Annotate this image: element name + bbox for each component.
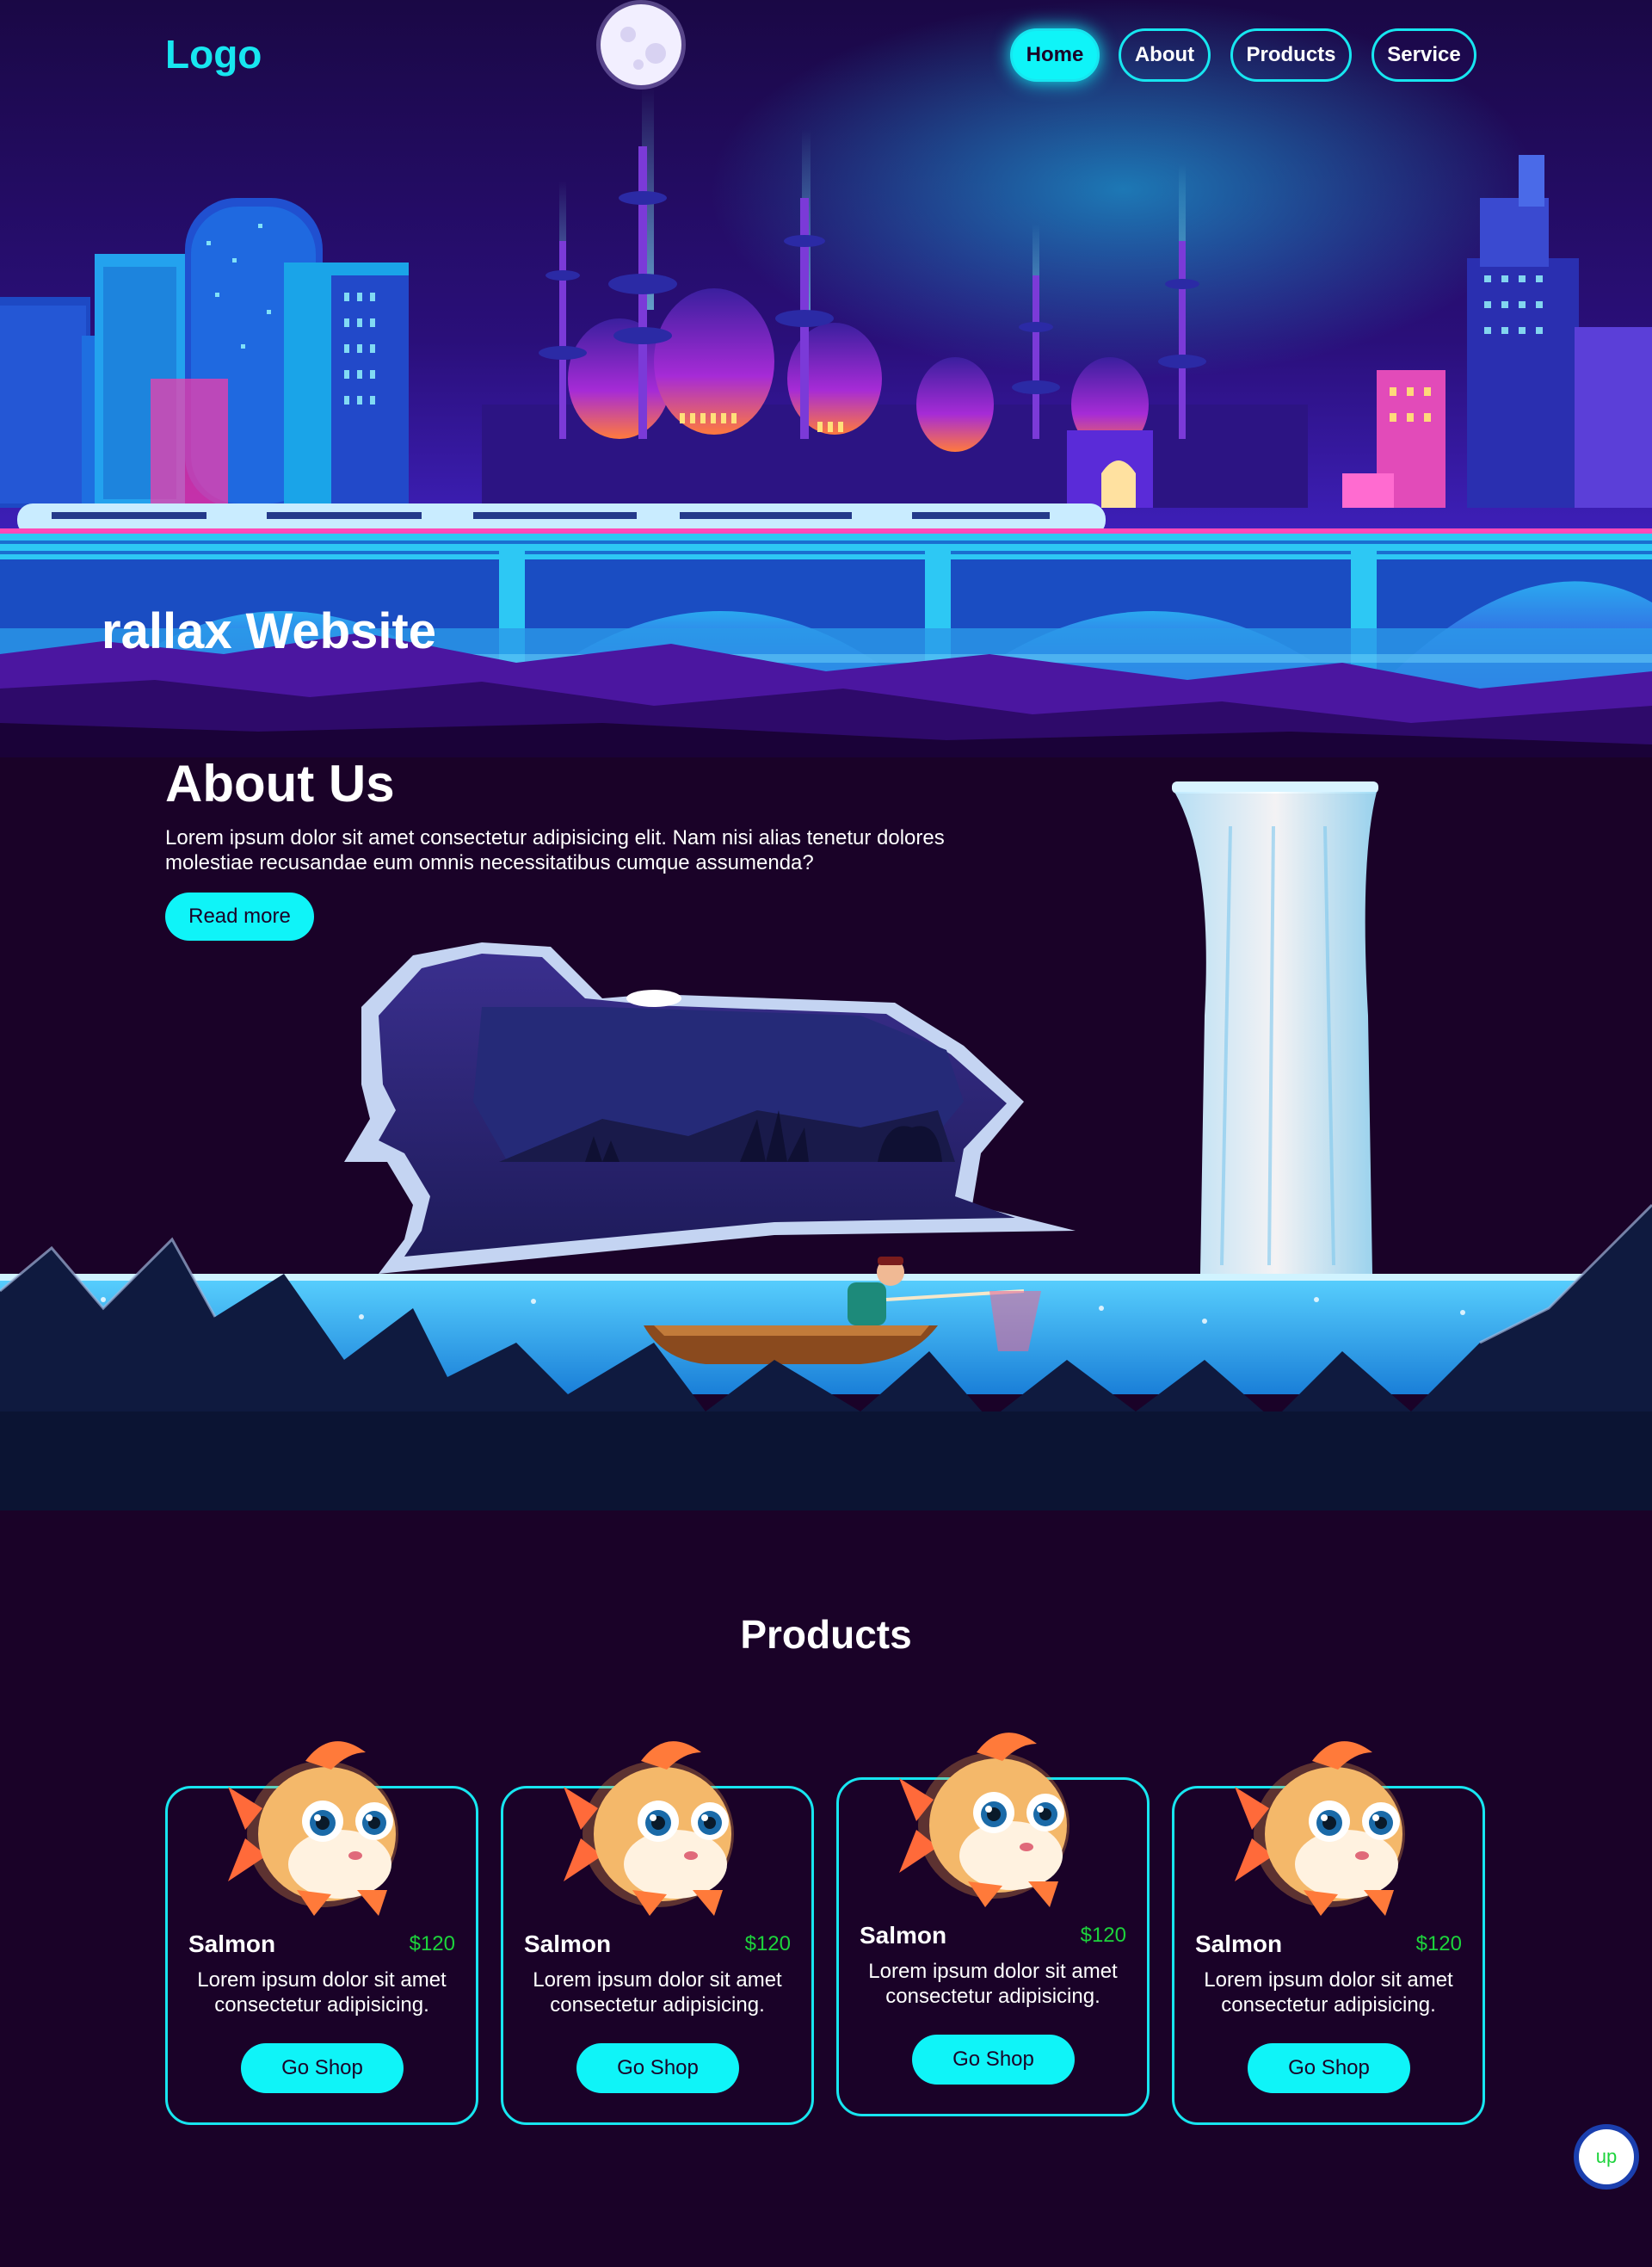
about-title: About Us [165,755,395,812]
product-price: $120 [1080,1924,1126,1947]
product-card: Salmon $120 Lorem ipsum dolor sit amet c… [165,1741,478,2125]
go-shop-button[interactable]: Go Shop [241,2043,404,2093]
fish-image [899,1733,1069,1907]
product-card: Salmon $120 Lorem ipsum dolor sit amet c… [501,1741,814,2125]
product-description: Lorem ipsum dolor sit amet consectetur a… [197,1968,447,2017]
hero-section: rallax Website [0,0,1652,757]
about-section: About Us Lorem ipsum dolor sit amet cons… [0,755,1652,1510]
nav-about[interactable]: About [1119,28,1211,82]
product-card: Salmon $120 Lorem ipsum dolor sit amet c… [1172,1741,1485,2125]
product-price: $120 [409,1932,455,1955]
product-card: Salmon $120 Lorem ipsum dolor sit amet c… [836,1733,1150,2116]
product-name: Salmon [524,1930,612,1957]
go-shop-button[interactable]: Go Shop [576,2043,739,2093]
read-more-button[interactable]: Read more [165,893,314,941]
fish-image [228,1741,398,1916]
product-price: $120 [1415,1932,1462,1955]
product-name: Salmon [860,1922,947,1949]
products-title: Products [740,1612,912,1657]
product-description: Lorem ipsum dolor sit amet consectetur a… [533,1968,782,2017]
about-text: Lorem ipsum dolor sit amet consectetur a… [165,826,945,874]
product-description: Lorem ipsum dolor sit amet consectetur a… [1204,1968,1453,2017]
go-shop-button[interactable]: Go Shop [912,2035,1075,2085]
nav-service[interactable]: Service [1372,28,1476,82]
product-name: Salmon [1195,1930,1283,1957]
product-description: Lorem ipsum dolor sit amet consectetur a… [868,1960,1118,2008]
hero-title: rallax Website [102,603,437,659]
scroll-top-button[interactable]: up [1574,2124,1639,2190]
nav-products[interactable]: Products [1230,28,1352,82]
go-shop-button[interactable]: Go Shop [1248,2043,1410,2093]
product-price: $120 [744,1932,791,1955]
logo[interactable]: Logo [165,31,262,77]
nav-home[interactable]: Home [1010,28,1100,82]
fish-image [564,1741,734,1916]
product-name: Salmon [188,1930,276,1957]
fish-image [1235,1741,1405,1916]
